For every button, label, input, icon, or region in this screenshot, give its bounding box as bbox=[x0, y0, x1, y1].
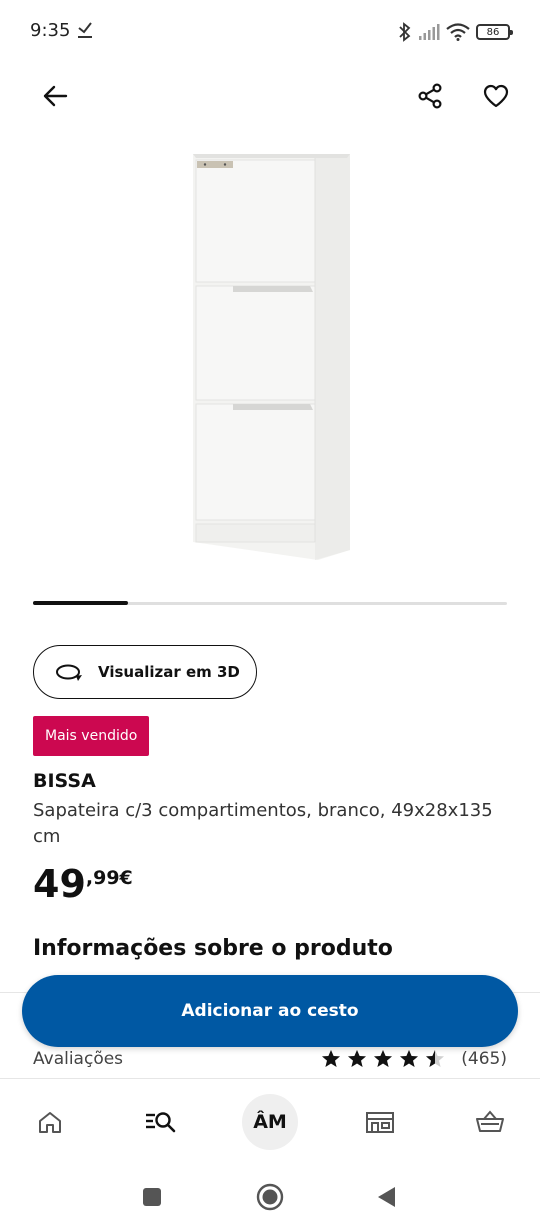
reviews-row[interactable]: Avaliações (465) bbox=[33, 1046, 507, 1072]
add-to-cart-button[interactable]: Adicionar ao cesto bbox=[22, 975, 518, 1047]
view-3d-label: Visualizar em 3D bbox=[98, 663, 240, 681]
rotate-3d-icon bbox=[56, 664, 82, 681]
battery-icon: 86 bbox=[476, 24, 513, 40]
download-done-icon bbox=[78, 22, 92, 38]
battery-level: 86 bbox=[486, 26, 500, 38]
price-integer: 49 bbox=[33, 862, 86, 906]
nav-stores[interactable] bbox=[352, 1094, 408, 1150]
view-3d-button[interactable]: Visualizar em 3D bbox=[33, 645, 257, 699]
bluetooth-icon bbox=[399, 22, 411, 42]
circle-icon bbox=[256, 1183, 284, 1211]
arrow-left-icon bbox=[43, 85, 68, 107]
share-icon bbox=[418, 83, 442, 109]
product-price: 49 ,99€ bbox=[33, 862, 133, 906]
reviews-label: Avaliações bbox=[33, 1049, 124, 1069]
nav-basket[interactable] bbox=[462, 1094, 518, 1150]
home-system-button[interactable] bbox=[254, 1181, 286, 1213]
divider bbox=[0, 1078, 540, 1079]
product-name: BISSA bbox=[33, 770, 96, 792]
review-count: (465) bbox=[461, 1049, 507, 1069]
back-button[interactable] bbox=[33, 74, 77, 118]
triangle-back-icon bbox=[378, 1187, 395, 1207]
back-system-button[interactable] bbox=[370, 1181, 402, 1213]
heart-icon bbox=[483, 84, 509, 108]
image-carousel-indicator bbox=[33, 601, 507, 605]
star-icon bbox=[322, 1050, 341, 1067]
price-decimal: ,99€ bbox=[85, 867, 133, 889]
favorite-button[interactable] bbox=[474, 74, 518, 118]
star-icon bbox=[374, 1050, 393, 1067]
signal-icon bbox=[419, 24, 440, 40]
bottom-nav: ÂM bbox=[0, 1080, 540, 1164]
star-icon bbox=[426, 1050, 445, 1067]
carousel-progress bbox=[33, 601, 128, 605]
status-icons: 86 bbox=[398, 18, 513, 46]
nav-account[interactable]: ÂM bbox=[242, 1094, 298, 1150]
status-bar: 9:35 86 bbox=[0, 0, 540, 64]
bestseller-badge: Mais vendido bbox=[33, 716, 150, 756]
star-icon bbox=[400, 1050, 419, 1067]
product-info-heading[interactable]: Informações sobre o produto bbox=[33, 936, 393, 961]
home-icon bbox=[39, 1112, 61, 1133]
nav-home[interactable] bbox=[22, 1094, 78, 1150]
product-description: Sapateira c/3 compartimentos, branco, 49… bbox=[33, 800, 493, 847]
system-nav bbox=[0, 1165, 540, 1230]
store-icon bbox=[366, 1112, 394, 1133]
search-list-icon bbox=[146, 1112, 176, 1133]
rating-stars: (465) bbox=[321, 1049, 507, 1069]
nav-account-initials: ÂM bbox=[253, 1111, 287, 1133]
square-icon bbox=[143, 1188, 161, 1206]
basket-icon bbox=[476, 1110, 504, 1132]
nav-search[interactable] bbox=[132, 1094, 188, 1150]
product-image[interactable] bbox=[185, 146, 355, 566]
star-icon bbox=[348, 1050, 367, 1067]
status-time: 9:35 bbox=[30, 20, 71, 41]
recent-apps-button[interactable] bbox=[136, 1181, 168, 1213]
share-button[interactable] bbox=[408, 74, 452, 118]
wifi-icon bbox=[446, 23, 470, 41]
top-nav bbox=[0, 70, 540, 122]
